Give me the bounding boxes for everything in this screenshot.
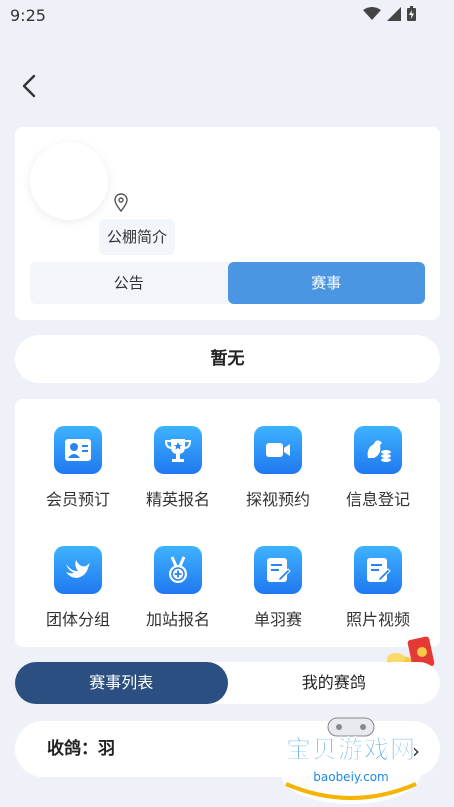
wifi-icon [363, 6, 381, 20]
profile-tabs: 公告 赛事 [30, 262, 425, 304]
empty-notice: 暂无 [15, 335, 440, 383]
grid-item-info-register[interactable]: 信息登记 [328, 426, 428, 510]
grid-item-photo-video[interactable]: 照片视频 [328, 546, 428, 630]
function-grid: 会员预订 精英报名 探视预约 信息登记 团体分组 加站报名 单羽赛 照片视频 [15, 399, 440, 647]
bird-icon [54, 546, 102, 594]
status-bar: 9:25 [0, 0, 454, 32]
grid-item-group-division[interactable]: 团体分组 [28, 546, 128, 630]
grid-item-label: 探视预约 [245, 490, 310, 509]
edit-document-icon [354, 546, 402, 594]
grid-item-label: 信息登记 [345, 490, 410, 509]
grid-item-elite-signup[interactable]: 精英报名 [128, 426, 228, 510]
grid-item-single-race[interactable]: 单羽赛 [228, 546, 328, 630]
watermark-url: baobeiy.com [313, 770, 389, 784]
watermark-logo: 宝贝游戏网 baobeiy.com [276, 716, 426, 804]
loft-profile-card: 公棚简介 公告 赛事 [15, 127, 440, 320]
grid-item-label: 精英报名 [145, 490, 210, 509]
location-pin-icon [114, 193, 128, 213]
chevron-left-icon [22, 74, 36, 98]
tab-events[interactable]: 赛事 [227, 262, 425, 304]
avatar[interactable] [30, 142, 108, 220]
edit-document-icon [254, 546, 302, 594]
grid-item-label: 会员预订 [45, 490, 110, 509]
tab-race-list[interactable]: 赛事列表 [15, 662, 228, 704]
collected-pigeons-label: 收鸽：羽 [47, 739, 115, 759]
video-camera-icon [254, 426, 302, 474]
grid-item-visit-booking[interactable]: 探视预约 [228, 426, 328, 510]
grid-item-label: 照片视频 [345, 610, 410, 629]
medal-plus-icon [154, 546, 202, 594]
grid-item-station-signup[interactable]: 加站报名 [128, 546, 228, 630]
signal-icon [387, 6, 401, 21]
tab-announcement[interactable]: 公告 [30, 262, 228, 304]
loft-intro-button[interactable]: 公棚简介 [99, 219, 176, 255]
trophy-icon [154, 426, 202, 474]
grid-item-label: 单羽赛 [253, 610, 302, 629]
grid-item-label: 团体分组 [45, 610, 110, 629]
watermark-title: 宝贝游戏网 [285, 735, 416, 765]
tab-my-pigeons[interactable]: 我的赛鸽 [228, 662, 441, 704]
race-tabs: 赛事列表 我的赛鸽 [15, 662, 440, 704]
status-time: 9:25 [10, 6, 46, 25]
member-card-icon [54, 426, 102, 474]
battery-icon [407, 6, 416, 21]
status-icons [363, 6, 416, 21]
back-button[interactable] [16, 70, 44, 102]
grid-item-label: 加站报名 [145, 610, 210, 629]
pigeon-coins-icon [354, 426, 402, 474]
grid-item-member-booking[interactable]: 会员预订 [28, 426, 128, 510]
